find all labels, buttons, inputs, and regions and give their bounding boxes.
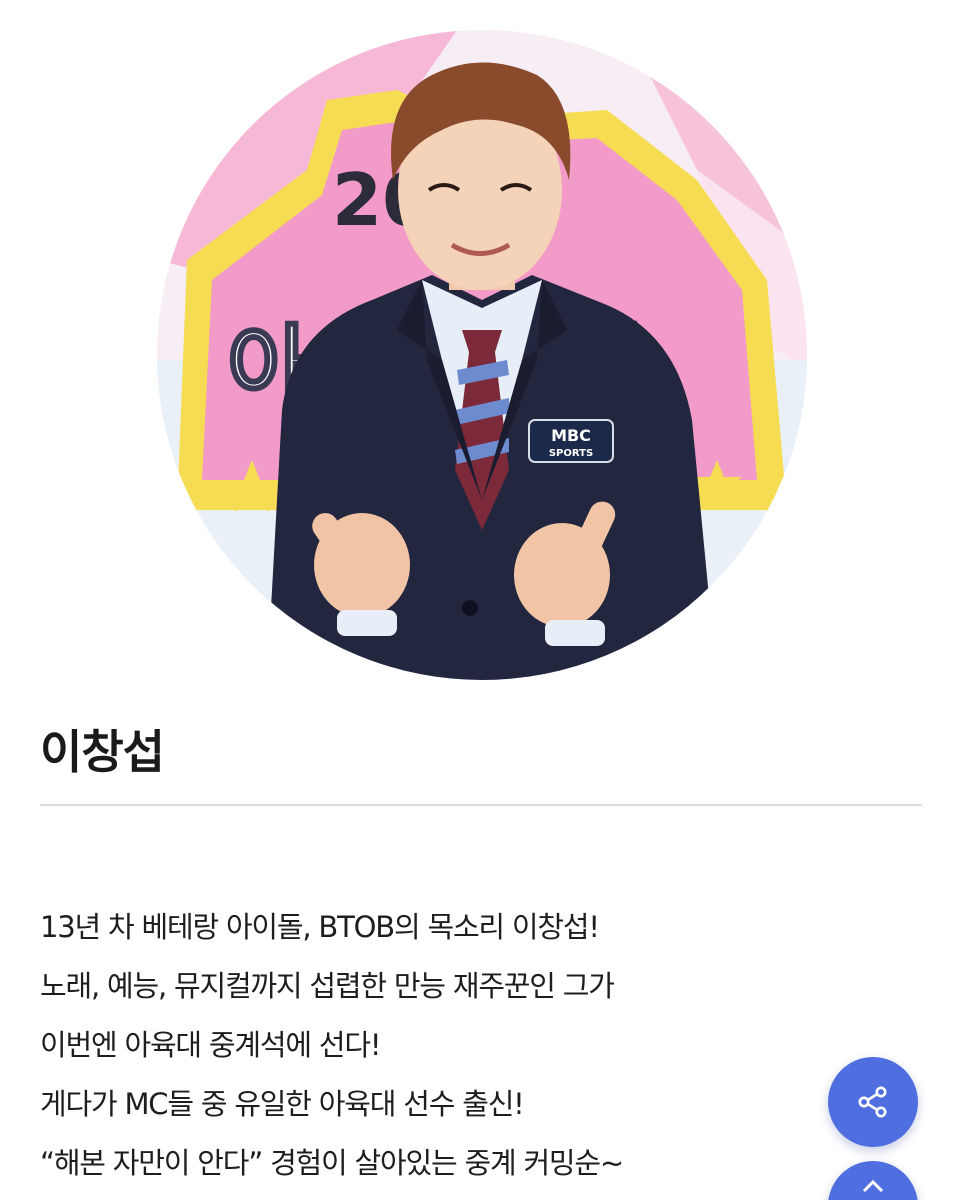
- up-arrow-icon: [862, 1179, 884, 1193]
- scroll-top-button[interactable]: [828, 1161, 918, 1200]
- profile-description: 13년 차 베테랑 아이돌, BTOB의 목소리 이창섭! 노래, 예능, 뮤지…: [40, 898, 800, 1193]
- description-line: 이번엔 아육대 중계석에 선다!: [40, 1028, 381, 1062]
- share-button[interactable]: [828, 1057, 918, 1147]
- profile-photo: 2025 아이돌스타 MBC SPORTS: [157, 30, 807, 680]
- profile-page: 2025 아이돌스타 MBC SPORTS: [0, 0, 963, 1200]
- profile-photo-illustration: 2025 아이돌스타 MBC SPORTS: [157, 30, 807, 680]
- share-icon: [858, 1086, 887, 1118]
- description-line: 노래, 예능, 뮤지컬까지 섭렵한 만능 재주꾼인 그가: [40, 969, 615, 1003]
- section-divider: [40, 804, 922, 806]
- badge-top-text: MBC: [551, 426, 591, 445]
- description-line: 13년 차 베테랑 아이돌, BTOB의 목소리 이창섭!: [40, 910, 600, 944]
- description-line: 게다가 MC들 중 유일한 아육대 선수 출신!: [40, 1087, 525, 1121]
- profile-name: 이창섭: [40, 725, 165, 779]
- description-line: “해본 자만이 안다” 경험이 살아있는 중계 커밍순~: [40, 1146, 624, 1180]
- badge-bottom-text: SPORTS: [549, 448, 593, 459]
